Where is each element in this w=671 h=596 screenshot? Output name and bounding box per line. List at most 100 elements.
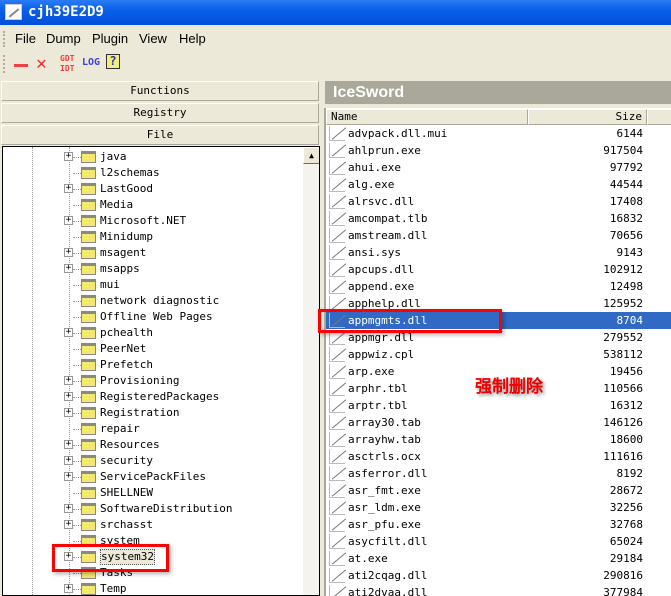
file-icon (329, 534, 345, 549)
file-name: ahui.exe (348, 161, 401, 174)
expand-plus-icon[interactable]: + (64, 216, 73, 225)
tree-item[interactable]: SHELLNEW (3, 485, 303, 501)
tree-item[interactable]: + LastGood (3, 181, 303, 197)
tree-item[interactable]: + security (3, 453, 303, 469)
minus-icon[interactable] (14, 64, 28, 67)
tree-item[interactable]: + java (3, 149, 303, 165)
expand-plus-icon[interactable]: + (64, 504, 73, 513)
file-row[interactable]: arrayhw.tab 18600 (326, 431, 671, 448)
file-row[interactable]: alg.exe 44544 (326, 176, 671, 193)
tree-item[interactable]: repair (3, 421, 303, 437)
file-row[interactable]: ati2dvaa.dll 377984 (326, 584, 671, 596)
file-row[interactable]: apcups.dll 102912 (326, 261, 671, 278)
file-row[interactable]: ati2cqag.dll 290816 (326, 567, 671, 584)
tree-item-label: msagent (100, 246, 147, 259)
file-size: 32768 (609, 518, 643, 531)
tree-item-label: SoftwareDistribution (100, 502, 233, 515)
file-row[interactable]: arptr.tbl 16312 (326, 397, 671, 414)
tree-item[interactable]: + Registration (3, 405, 303, 421)
help-icon[interactable]: ? (106, 54, 120, 69)
tree-item[interactable]: + Temp (3, 581, 303, 595)
file-row[interactable]: asr_pfu.exe 32768 (326, 516, 671, 533)
tree-item[interactable]: Prefetch (3, 357, 303, 373)
tree-item[interactable]: Offline Web Pages (3, 309, 303, 325)
file-row[interactable]: asr_fmt.exe 28672 (326, 482, 671, 499)
file-row[interactable]: asferror.dll 8192 (326, 465, 671, 482)
file-icon (329, 381, 345, 396)
column-header-size[interactable]: Size (528, 109, 647, 125)
file-row[interactable]: asycfilt.dll 65024 (326, 533, 671, 550)
file-row[interactable]: ahui.exe 97792 (326, 159, 671, 176)
menu-dump[interactable]: Dump (46, 31, 81, 46)
expand-plus-icon[interactable]: + (64, 520, 73, 529)
tree-item[interactable]: + Microsoft.NET (3, 213, 303, 229)
tree-item[interactable]: + Resources (3, 437, 303, 453)
menu-view[interactable]: View (139, 31, 167, 46)
tree-item[interactable]: + msagent (3, 245, 303, 261)
file-row[interactable]: alrsvc.dll 17408 (326, 193, 671, 210)
tree-item-label: Resources (100, 438, 160, 451)
expand-plus-icon[interactable]: + (64, 440, 73, 449)
file-size: 917504 (603, 144, 643, 157)
menu-file[interactable]: File (15, 31, 36, 46)
tree-item[interactable]: + Provisioning (3, 373, 303, 389)
file-row[interactable]: array30.tab 146126 (326, 414, 671, 431)
tree-item[interactable]: PeerNet (3, 341, 303, 357)
functions-button[interactable]: Functions (1, 81, 319, 101)
tree-item[interactable]: l2schemas (3, 165, 303, 181)
file-row[interactable]: ahlprun.exe 917504 (326, 142, 671, 159)
close-x-icon[interactable]: ✕ (36, 54, 47, 74)
expand-plus-icon[interactable]: + (64, 184, 73, 193)
file-icon (329, 279, 345, 294)
expand-plus-icon[interactable]: + (64, 584, 73, 593)
file-size: 28672 (609, 484, 643, 497)
file-row[interactable]: asr_ldm.exe 32256 (326, 499, 671, 516)
file-name: arptr.tbl (348, 399, 408, 412)
column-header-extra[interactable] (647, 109, 671, 125)
tree-item[interactable]: + pchealth (3, 325, 303, 341)
file-icon (329, 364, 345, 379)
expand-plus-icon[interactable]: + (64, 472, 73, 481)
file-button[interactable]: File (1, 125, 319, 145)
menu-help[interactable]: Help (179, 31, 206, 46)
tree-item[interactable]: + srchasst (3, 517, 303, 533)
expand-plus-icon[interactable]: + (64, 408, 73, 417)
file-row[interactable]: asctrls.ocx 111616 (326, 448, 671, 465)
expand-plus-icon[interactable]: + (64, 152, 73, 161)
expand-plus-icon[interactable]: + (64, 456, 73, 465)
column-header-name[interactable]: Name (326, 109, 528, 125)
expand-plus-icon[interactable]: + (64, 248, 73, 257)
tree-scrollbar[interactable]: ▲ (303, 147, 319, 595)
file-row[interactable]: amstream.dll 70656 (326, 227, 671, 244)
tree-item[interactable]: + RegisteredPackages (3, 389, 303, 405)
expand-plus-icon[interactable]: + (64, 264, 73, 273)
tree-item-label: network diagnostic (100, 294, 220, 307)
tree-item[interactable]: Minidump (3, 229, 303, 245)
file-list[interactable]: Name Size advpack.dll.mui 6144 ahlprun.exe… (324, 108, 671, 596)
tree-item[interactable]: mui (3, 277, 303, 293)
registry-button[interactable]: Registry (1, 103, 319, 123)
file-row[interactable]: ansi.sys 9143 (326, 244, 671, 261)
tree-item-label: pchealth (100, 326, 153, 339)
menu-plugin[interactable]: Plugin (92, 31, 128, 46)
expand-plus-icon[interactable]: + (64, 328, 73, 337)
log-button[interactable]: LOG (82, 58, 100, 78)
tree-item[interactable]: + SoftwareDistribution (3, 501, 303, 517)
file-size: 538112 (603, 348, 643, 361)
expand-plus-icon[interactable]: + (64, 392, 73, 401)
tree-item[interactable]: Media (3, 197, 303, 213)
file-row[interactable]: append.exe 12498 (326, 278, 671, 295)
menu-bar: File Dump Plugin View Help (0, 28, 671, 50)
folder-tree[interactable]: ▲ + java l2schemas + LastGood Media + Microsoft… (2, 146, 320, 596)
gdt-idt-button[interactable]: GDT IDT (60, 54, 74, 74)
file-row[interactable]: appwiz.cpl 538112 (326, 346, 671, 363)
file-row[interactable]: at.exe 29184 (326, 550, 671, 567)
scroll-up-arrow-icon[interactable]: ▲ (303, 147, 319, 164)
expand-plus-icon[interactable]: + (64, 376, 73, 385)
file-row[interactable]: amcompat.tlb 16832 (326, 210, 671, 227)
file-name: arrayhw.tab (348, 433, 421, 446)
tree-item[interactable]: + ServicePackFiles (3, 469, 303, 485)
tree-item[interactable]: + msapps (3, 261, 303, 277)
file-row[interactable]: advpack.dll.mui 6144 (326, 125, 671, 142)
tree-item[interactable]: network diagnostic (3, 293, 303, 309)
